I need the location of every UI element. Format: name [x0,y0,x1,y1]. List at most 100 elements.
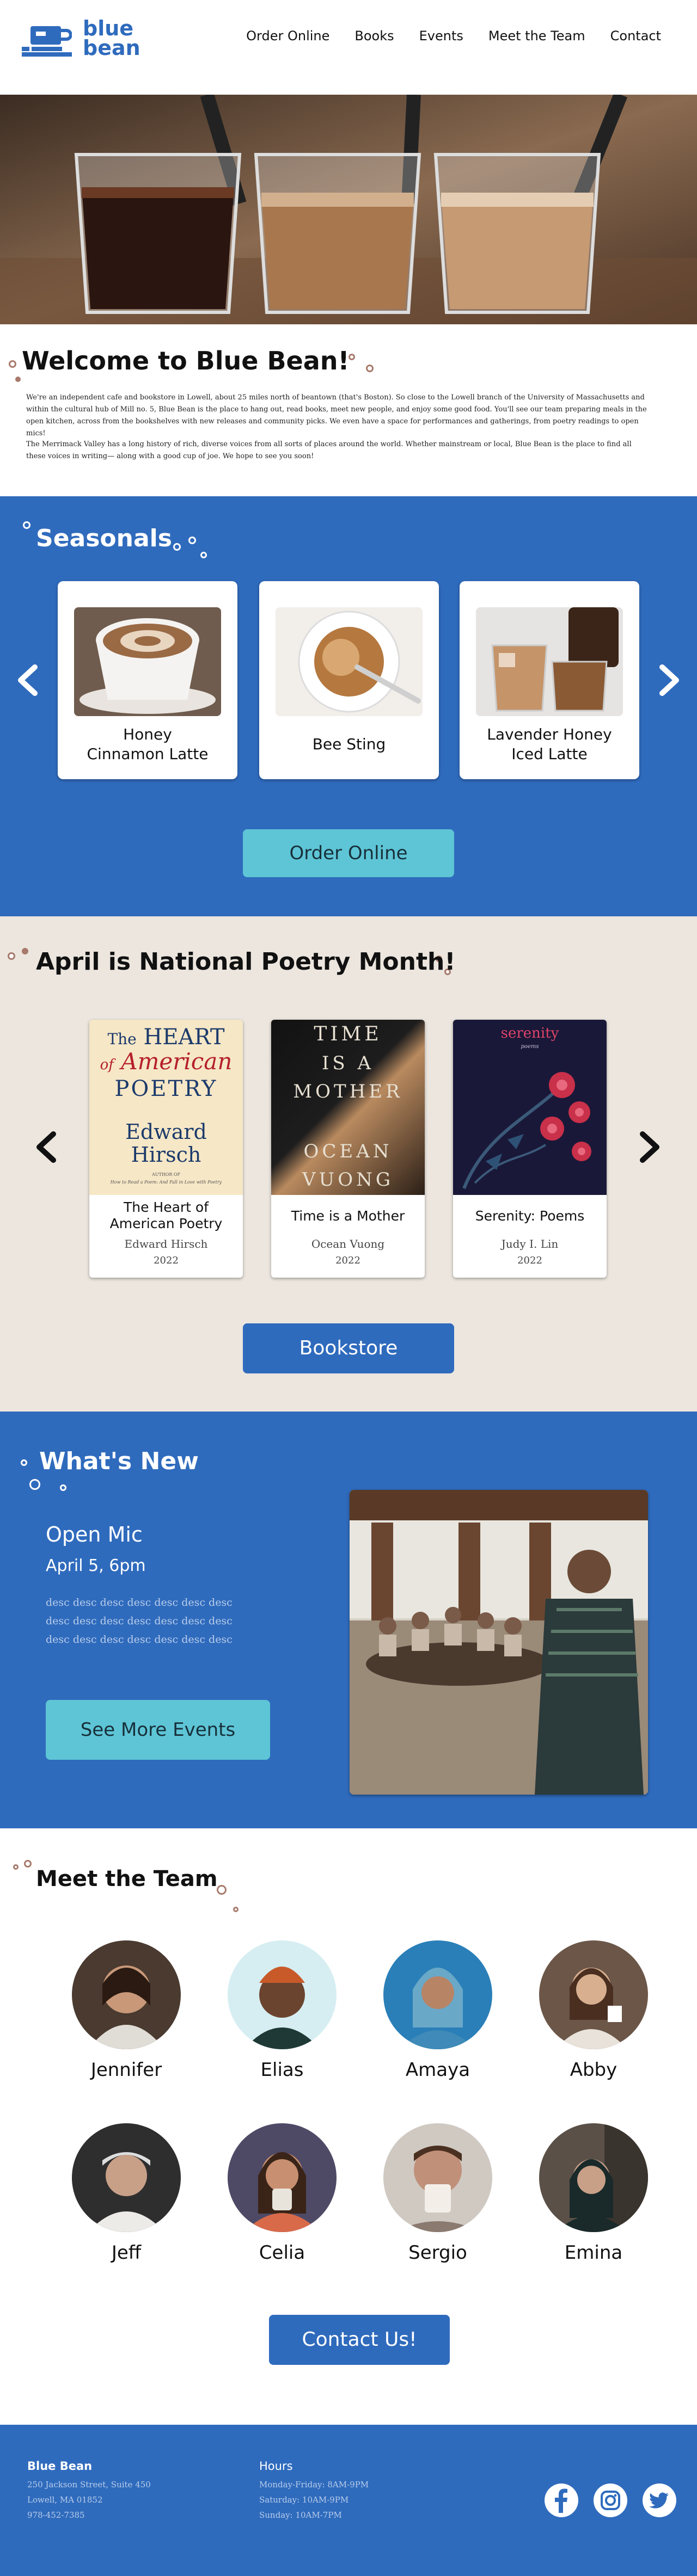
decor-dot [9,360,16,368]
seasonal-label-line-2: Iced Latte [511,745,588,763]
footer-phone[interactable]: 978-452-7385 [27,2507,151,2523]
nav-events[interactable]: Events [419,28,463,44]
logo[interactable]: blue bean [22,16,147,62]
team-member-elias[interactable]: Elias [222,1940,342,2087]
avatar [228,2123,337,2232]
seasonal-label-line-1: Lavender Honey [487,725,612,743]
book-year: 2022 [517,1255,542,1266]
team-member-sergio[interactable]: Sergio [378,2123,498,2270]
nav-meet-the-team[interactable]: Meet the Team [488,28,585,44]
book-card-serenity-poems[interactable]: serenity poems Serenity: Poems Judy I. L… [453,1020,607,1278]
event-title: Open Mic [46,1523,143,1546]
decor-dot [200,552,207,558]
team-member-name: Emina [564,2242,623,2264]
team-title: Meet the Team [36,1866,218,1891]
seasonals-section: Seasonals Honey Cinnamon Latte Bee Sting [0,496,697,916]
seasonals-next-arrow-icon[interactable] [651,664,684,697]
open-mic-event-photo [350,1490,648,1795]
team-member-name: Jeff [111,2242,142,2264]
instagram-icon[interactable] [592,2482,628,2518]
brand-line-1: blue [83,16,134,40]
seasonal-label: Bee Sting [312,735,386,753]
team-member-jennifer[interactable]: Jennifer [66,1940,186,2087]
flower-illustration-icon [462,1072,591,1190]
book-cover-image: The HEART of American POETRY Edward Hirs… [89,1020,243,1195]
cover-author-2: Hirsch [131,1143,201,1167]
event-description: desc desc desc desc desc desc desc desc … [46,1593,233,1649]
cover-title-3: MOTHER [293,1081,403,1102]
team-member-name: Celia [259,2242,305,2264]
seasonals-prev-arrow-icon[interactable] [13,664,46,697]
decor-dot [173,543,181,551]
nav-order-online[interactable]: Order Online [246,28,329,44]
team-member-celia[interactable]: Celia [222,2123,342,2270]
nav-books[interactable]: Books [354,28,394,44]
whats-new-section: What's New Open Mic April 5, 6pm desc de… [0,1412,697,1828]
welcome-paragraph-2: The Merrimack Valley has a long history … [26,440,632,460]
cover-byline-2: How to Read a Poem: And Fall in Love wit… [110,1180,222,1185]
cover-title-1: The HEART [89,1025,243,1051]
decor-dot [29,1479,40,1490]
twitter-icon[interactable] [641,2482,677,2518]
team-member-amaya[interactable]: Amaya [378,1940,498,2087]
footer-address-line-2: Lowell, MA 01852 [27,2495,103,2505]
event-description-line: desc desc desc desc desc desc desc [46,1597,233,1609]
decor-dot [8,952,15,960]
book-title: Serenity: Poems [475,1208,585,1224]
coffee-cup-logo-icon [22,26,72,57]
team-member-name: Amaya [405,2059,470,2081]
seasonals-title: Seasonals [36,525,172,552]
hero-coffee-glasses-photo [0,95,697,324]
team-member-abby[interactable]: Abby [534,1940,653,2087]
decor-dot [217,1885,227,1895]
book-year: 2022 [335,1255,360,1266]
cover-subtitle: poems [521,1044,539,1050]
bookstore-button[interactable]: Bookstore [243,1323,454,1373]
facebook-icon[interactable] [543,2482,579,2518]
avatar [72,2123,181,2232]
seasonal-label: Honey Cinnamon Latte [58,725,237,764]
book-title: The Heart of American Poetry [89,1199,243,1232]
team-member-jeff[interactable]: Jeff [66,2123,186,2270]
decor-dot [233,1907,239,1912]
decor-dot [21,1459,27,1466]
decor-dot [22,948,28,954]
book-card-time-is-a-mother[interactable]: TIME IS A MOTHER OCEAN VUONG Time is a M… [271,1020,425,1278]
seasonal-card-lavender-honey-iced-latte[interactable]: Lavender Honey Iced Latte [460,581,639,779]
footer-address: 250 Jackson Street, Suite 450 Lowell, MA… [27,2477,151,2523]
books-prev-arrow-icon[interactable] [32,1131,64,1163]
welcome-section: Welcome to Blue Bean! We're an independe… [0,324,697,496]
site-header: blue bean Order Online Books Events Meet… [0,0,697,95]
footer-hours-line: Monday-Friday: 8AM-9PM [259,2480,369,2489]
team-member-emina[interactable]: Emina [534,2123,653,2270]
footer-hours-title: Hours [259,2460,293,2473]
team-member-name: Sergio [408,2242,467,2264]
cover-text: HEART [143,1025,225,1050]
poetry-month-title: April is National Poetry Month! [36,948,456,976]
cover-author-1: OCEAN [303,1141,393,1162]
book-title-line-2: American Poetry [109,1216,223,1231]
cover-byline-1: AUTHOR OF [151,1172,181,1177]
books-next-arrow-icon[interactable] [632,1131,664,1163]
cover-text: The [107,1030,137,1048]
footer-address-line-1: 250 Jackson Street, Suite 450 [27,2480,151,2489]
see-more-events-button[interactable]: See More Events [46,1700,270,1760]
event-description-line: desc desc desc desc desc desc desc [46,1615,233,1627]
book-card-heart-of-american-poetry[interactable]: The HEART of American POETRY Edward Hirs… [89,1020,243,1278]
cover-author-1: Edward [125,1120,207,1144]
seasonal-card-honey-cinnamon-latte[interactable]: Honey Cinnamon Latte [58,581,237,779]
team-member-name: Abby [570,2059,617,2081]
nav-contact[interactable]: Contact [610,28,661,44]
contact-us-button[interactable]: Contact Us! [269,2315,450,2365]
avatar [539,1940,648,2049]
order-online-button[interactable]: Order Online [243,829,454,877]
book-author: Judy I. Lin [501,1237,559,1250]
coffee-spoon-photo-icon [276,607,423,716]
cover-title-1: TIME [314,1023,382,1045]
decor-dot [13,1864,19,1870]
seasonal-card-bee-sting[interactable]: Bee Sting [259,581,439,779]
cover-title-2: IS A [321,1052,375,1074]
seasonal-label-line-1: Honey [123,725,172,743]
main-nav: Order Online Books Events Meet the Team … [246,28,661,44]
poetry-month-section: April is National Poetry Month! The HEAR… [0,916,697,1412]
